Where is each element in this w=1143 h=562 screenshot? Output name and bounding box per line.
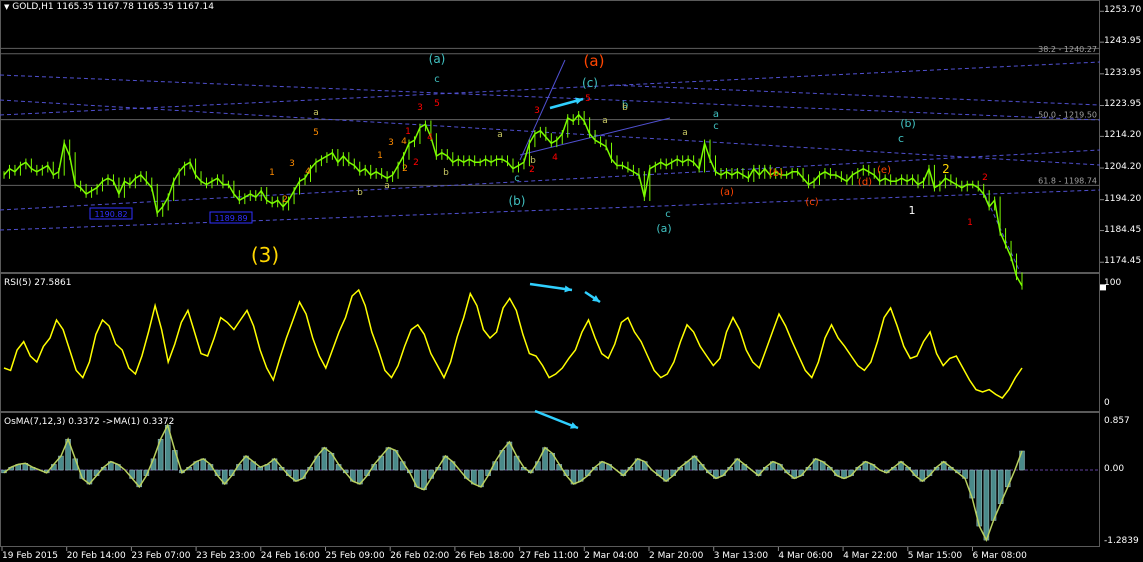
wave-label: (b) [900,117,916,130]
wave-label: a [313,108,319,118]
osma-bar [321,447,328,471]
wave-label: a [602,116,608,126]
wave-label: 2 [413,158,419,168]
price-y-tick: 1223.95 [1104,99,1142,110]
time-axis-tick: 24 Feb 16:00 [260,551,320,561]
trend-line [0,74,1101,121]
price-tag-label: 1189.89 [214,214,247,223]
wave-label: c [434,74,440,85]
wave-label: 1 [377,151,383,161]
rsi-y-tick: 100 [1104,278,1122,288]
price-y-tick: 1194.20 [1104,193,1142,204]
price-y-tick: 1174.45 [1104,256,1142,267]
wave-label: 3 [289,159,295,169]
wave-label: (e) [877,165,891,176]
wave-label: 4 [427,133,433,143]
wave-label: 5 [585,94,591,104]
price-y-tick: 1184.45 [1104,224,1142,235]
wave-label: (a) [584,52,605,70]
trend-line [0,99,1101,166]
time-axis-tick: 3 Mar 13:00 [713,551,769,561]
wave-label: c [514,173,520,184]
osma-bar [983,469,990,541]
wave-label: 1 [909,204,916,217]
osma-y-tick: 0.00 [1104,464,1125,475]
wave-label: 1 [967,218,973,228]
wave-label: c [898,132,904,145]
trend-line [0,189,1101,231]
wave-label: 2 [402,164,408,174]
wave-label: b [357,188,363,198]
osma-y-tick: -1.2839 [1104,536,1139,546]
time-axis-tick: 26 Feb 18:00 [454,551,514,561]
wave-label: 2 [282,195,288,205]
wave-label: a [497,130,503,140]
time-axis-tick: 27 Feb 11:00 [519,551,579,561]
price-y-tick: 1243.95 [1104,36,1142,47]
wave-label: c [665,209,671,220]
wave-label: 3 [534,106,540,116]
osma-y-tick: 0.857 [1104,416,1130,426]
time-axis-tick: 5 Mar 15:00 [907,551,963,561]
time-axis-tick: 19 Feb 2015 [2,551,59,561]
price-y-tick: 1253.70 [1104,5,1142,16]
rsi-y-tick: 0 [1104,398,1110,408]
trend-line [609,84,1101,106]
trend-line [519,59,566,161]
wave-label: (b) [509,194,526,208]
wave-label: 4 [552,153,558,163]
wave-label: (3) [251,243,279,267]
wave-label: a [682,128,688,138]
wave-label: 4 [305,167,311,177]
osma-bar [990,469,997,521]
price-y-tick: 1233.95 [1104,67,1142,78]
wave-label: (b) [769,168,783,179]
price-tag-label: 1190.82 [94,210,127,219]
wave-label: b [530,156,536,166]
wave-label: 2 [942,162,950,176]
time-axis-tick: 20 Feb 14:00 [66,551,126,561]
time-axis-tick: 6 Mar 08:00 [972,551,1027,561]
osma-signal-line [3,423,1023,542]
rsi-line [3,288,1023,399]
fib-level-label: 61.8 - 1198.74 [1038,176,1097,185]
time-axis-tick: 4 Mar 06:00 [778,551,833,561]
wave-label: (c) [582,76,598,90]
time-axis-tick: 26 Feb 02:00 [390,551,450,561]
fib-level-label: 50.0 - 1219.50 [1038,111,1097,120]
wave-label: (d) [858,177,872,188]
time-axis-tick: 25 Feb 09:00 [325,551,385,561]
wave-label: (a) [720,187,734,198]
wave-label: (c) [805,197,818,208]
trend-line [0,149,1101,211]
time-axis-tick: 23 Feb 23:00 [196,551,256,561]
wave-label: 5 [313,128,319,138]
time-axis-tick: 4 Mar 22:00 [843,551,898,561]
time-axis-tick: 2 Mar 04:00 [584,551,639,561]
wave-label: b [443,168,449,178]
fib-level-label: 38.2 - 1240.27 [1038,45,1097,54]
wave-label: c [713,121,719,132]
chart-canvas: 38.2 - 1240.27 50.0 - 1219.50 61.8 - 1198.… [0,10,1106,551]
wave-label: 4 [401,137,407,147]
wave-label: 2 [529,165,535,175]
wave-label: a [713,109,719,120]
osma-bar [385,447,392,471]
wave-label: a [384,181,390,191]
wave-label: (a) [656,222,671,235]
price-y-tick: 1214.20 [1104,130,1142,141]
time-axis-tick: 2 Mar 20:00 [649,551,704,561]
wave-label: 1 [269,168,275,178]
wave-label: 3 [417,103,423,113]
wave-label: b [622,103,628,113]
price-y-tick: 1204.20 [1104,162,1142,173]
wave-label: 1 [405,127,411,137]
wave-label: 3 [388,138,394,148]
wave-label: 5 [434,99,440,109]
time-axis-tick: 23 Feb 07:00 [131,551,191,561]
wave-label: 2 [982,173,988,183]
wave-label: (a) [429,52,446,66]
